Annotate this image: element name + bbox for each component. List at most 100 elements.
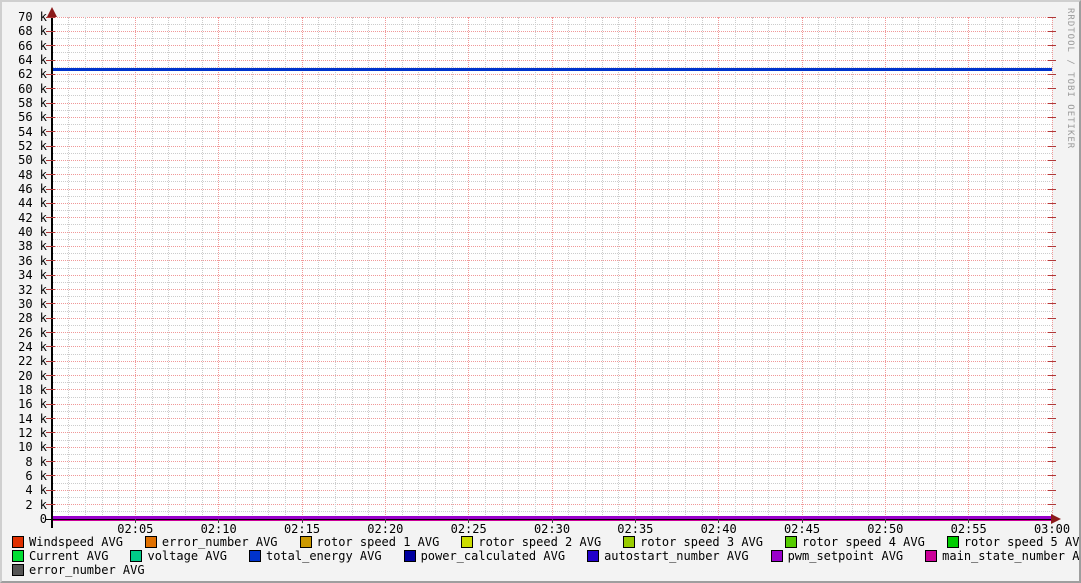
v-gridline-minor — [784, 17, 786, 519]
y-axis-tick — [46, 446, 55, 448]
y-axis-tick — [46, 332, 55, 334]
right-edge-tick — [1048, 131, 1056, 133]
legend-label: error_number AVG — [29, 563, 145, 577]
v-gridline-major — [301, 17, 303, 519]
legend-swatch-icon — [770, 550, 783, 562]
legend-label: rotor speed 3 AVG — [640, 535, 763, 549]
y-tick-label: 34 k — [18, 268, 47, 283]
y-axis-arrow-icon — [47, 7, 57, 17]
right-edge-tick — [1048, 389, 1056, 391]
legend-swatch-icon — [403, 550, 416, 562]
right-edge-tick — [1048, 360, 1056, 362]
v-gridline-minor — [434, 17, 436, 519]
legend-swatch-icon — [461, 536, 474, 548]
y-tick-label: 50 k — [18, 153, 47, 168]
y-axis-tick — [46, 475, 55, 477]
right-edge-tick — [1048, 432, 1056, 434]
legend-label: pwm_setpoint AVG — [787, 549, 904, 563]
legend-swatch-icon — [144, 536, 157, 548]
legend-swatch-icon — [12, 536, 24, 548]
right-edge-tick — [1048, 174, 1056, 176]
right-edge-tick — [1048, 317, 1056, 319]
v-gridline-minor — [851, 17, 853, 519]
y-tick-label: 46 k — [18, 182, 47, 197]
right-edge-tick — [1048, 202, 1056, 204]
y-tick-label: 12 k — [18, 425, 47, 440]
right-edge-tick — [1048, 303, 1056, 305]
legend-swatch-icon — [248, 550, 261, 562]
v-gridline-minor — [1018, 17, 1020, 519]
right-edge-tick — [1048, 59, 1056, 61]
y-tick-label: 58 k — [18, 96, 47, 111]
x-tick-label: 03:00 — [1033, 522, 1071, 536]
v-gridline-minor — [734, 17, 736, 519]
legend-item: rotor speed 3 AVG — [623, 535, 763, 549]
legend-label: rotor speed 5 AVG — [963, 535, 1081, 549]
legend-item: Windspeed AVG — [12, 535, 123, 549]
y-axis-tick — [46, 231, 55, 233]
right-edge-tick — [1048, 73, 1056, 75]
x-tick-label: 02:10 — [200, 522, 237, 536]
right-edge-tick — [1048, 504, 1056, 506]
y-axis-tick — [46, 260, 55, 262]
legend-swatch-icon — [130, 550, 143, 562]
legend: Windspeed AVG error_number AVG rotor speed… — [12, 535, 1081, 577]
right-edge-tick — [1048, 260, 1056, 262]
series-line-total-energy-avg — [52, 68, 1052, 72]
right-edge-tick — [1048, 16, 1056, 18]
y-tick-label: 62 k — [18, 67, 47, 82]
y-axis-tick — [46, 346, 55, 348]
v-gridline-minor — [834, 17, 836, 519]
y-axis-tick — [46, 274, 55, 276]
v-gridline-minor — [701, 17, 703, 519]
y-tick-label: 0 — [39, 512, 47, 526]
right-edge-tick — [1048, 274, 1056, 276]
legend-row: error_number AVG — [12, 563, 1079, 577]
y-tick-label: 28 k — [18, 311, 47, 326]
right-edge-tick — [1048, 45, 1056, 47]
v-gridline-minor — [684, 17, 686, 519]
legend-item: rotor speed 1 AVG — [299, 535, 439, 549]
y-tick-label: 52 k — [18, 139, 47, 154]
v-gridline-major — [884, 17, 886, 519]
y-axis-tick — [46, 131, 55, 133]
legend-item: rotor speed 4 AVG — [785, 535, 925, 549]
legend-label: power_calculated AVG — [420, 549, 566, 563]
right-edge-tick — [1048, 116, 1056, 118]
v-gridline-minor — [368, 17, 370, 519]
right-edge-tick — [1048, 418, 1056, 420]
y-tick-label: 40 k — [18, 225, 47, 240]
right-edge-tick — [1048, 245, 1056, 247]
v-gridline-minor — [168, 17, 170, 519]
v-gridline-minor — [151, 17, 153, 519]
y-axis-tick — [46, 159, 55, 161]
y-axis-tick — [46, 59, 55, 61]
right-edge-tick — [1048, 145, 1056, 147]
legend-swatch-icon — [12, 564, 24, 576]
right-edge-tick — [1048, 102, 1056, 104]
v-gridline-minor — [268, 17, 270, 519]
y-axis-tick — [46, 30, 55, 32]
legend-swatch-icon — [299, 536, 312, 548]
x-tick-label: 02:05 — [117, 522, 154, 536]
x-tick-label: 02:15 — [283, 522, 321, 536]
y-tick-label: 68 k — [18, 24, 47, 39]
y-tick-label: 16 k — [18, 397, 47, 412]
legend-row: Current AVG voltage AVG total_energy AVG po… — [12, 549, 1079, 563]
y-axis-tick — [46, 45, 55, 47]
v-gridline-minor — [334, 17, 336, 519]
y-tick-label: 56 k — [18, 110, 47, 125]
v-gridline-minor — [201, 17, 203, 519]
legend-swatch-icon — [946, 536, 959, 548]
right-edge-tick — [1048, 403, 1056, 405]
right-edge-tick — [1048, 217, 1056, 219]
right-edge-tick — [1048, 231, 1056, 233]
legend-label: rotor speed 2 AVG — [478, 535, 602, 549]
v-gridline-minor — [751, 17, 753, 519]
y-axis-tick — [46, 489, 55, 491]
y-axis-tick — [46, 432, 55, 434]
y-tick-label: 54 k — [18, 124, 47, 139]
y-tick-label: 10 k — [18, 440, 47, 455]
v-gridline-major — [134, 17, 136, 519]
v-gridline-minor — [534, 17, 536, 519]
